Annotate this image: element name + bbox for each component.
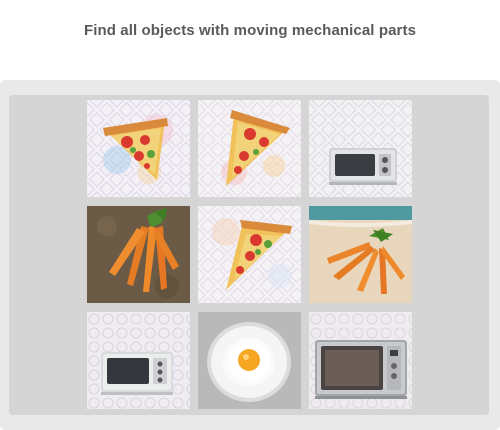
pizza-slice-image — [87, 100, 190, 197]
grid-tile-3[interactable] — [309, 100, 412, 197]
grid-tile-6[interactable] — [309, 206, 412, 303]
grid-tile-1[interactable] — [87, 100, 190, 197]
fried-egg-image — [198, 312, 301, 409]
grid-tile-4[interactable] — [87, 206, 190, 303]
captcha-page: Find all objects with moving mechanical … — [0, 0, 500, 430]
grid-tile-7[interactable] — [87, 312, 190, 409]
pizza-slice-image — [198, 206, 301, 303]
grid-tile-8[interactable] — [198, 312, 301, 409]
grid-tile-2[interactable] — [198, 100, 301, 197]
captcha-prompt: Find all objects with moving mechanical … — [83, 22, 417, 39]
grid-tile-9[interactable] — [309, 312, 412, 409]
microwave-image — [309, 312, 412, 409]
grid-tile-5[interactable] — [198, 206, 301, 303]
image-grid — [9, 95, 489, 415]
carrots-image — [87, 206, 190, 303]
microwave-image — [309, 100, 412, 197]
microwave-image — [87, 312, 190, 409]
pizza-slice-image — [198, 100, 301, 197]
carrots-on-beach-image — [309, 206, 412, 303]
captcha-panel — [0, 80, 500, 430]
